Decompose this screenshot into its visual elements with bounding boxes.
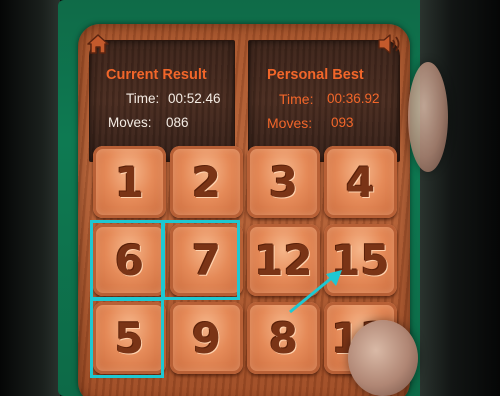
tile-6[interactable]: 6 <box>93 224 166 296</box>
speaker-icon <box>378 34 400 54</box>
current-result-title: Current Result <box>106 67 207 83</box>
device-bezel-left <box>0 0 60 396</box>
tile-number: 9 <box>191 313 222 363</box>
current-moves-label: Moves: <box>108 115 152 130</box>
home-icon <box>87 34 109 54</box>
current-result-panel: Current Result Time: 00:52.46 Moves: 086 <box>89 40 235 162</box>
personal-best-panel: Personal Best Time: 00:36.92 Moves: 093 <box>248 40 400 162</box>
current-moves-value: 086 <box>166 115 189 130</box>
tile-12[interactable]: 12 <box>247 224 320 296</box>
tile-9[interactable]: 9 <box>170 302 243 374</box>
sound-button[interactable] <box>376 32 402 56</box>
best-moves-label: Moves: <box>267 115 313 131</box>
tile-number: 8 <box>268 313 299 363</box>
tile-number: 1 <box>114 157 145 207</box>
best-time-label: Time: <box>279 91 314 107</box>
tile-1[interactable]: 1 <box>93 146 166 218</box>
tile-3[interactable]: 3 <box>247 146 320 218</box>
tile-number: 5 <box>114 313 145 363</box>
tile-number: 6 <box>114 235 145 285</box>
tile-2[interactable]: 2 <box>170 146 243 218</box>
tile-number: 7 <box>191 235 222 285</box>
tile-8[interactable]: 8 <box>247 302 320 374</box>
tile-number: 12 <box>254 235 313 285</box>
finger-touch <box>348 320 418 396</box>
tile-number: 3 <box>268 157 299 207</box>
device-bezel-right <box>420 0 500 396</box>
tile-number: 2 <box>191 157 222 207</box>
personal-best-title: Personal Best <box>267 67 364 83</box>
finger-background <box>408 62 448 172</box>
current-time-label: Time: <box>126 91 160 106</box>
tile-7[interactable]: 7 <box>170 224 243 296</box>
tile-5[interactable]: 5 <box>93 302 166 374</box>
tile-15[interactable]: 15 <box>324 224 397 296</box>
best-moves-value: 093 <box>331 115 354 130</box>
tile-number: 4 <box>345 157 376 207</box>
best-time-value: 00:36.92 <box>327 91 380 106</box>
tile-4[interactable]: 4 <box>324 146 397 218</box>
tile-number: 15 <box>331 235 390 285</box>
home-button[interactable] <box>85 31 111 57</box>
current-time-value: 00:52.46 <box>168 91 221 106</box>
